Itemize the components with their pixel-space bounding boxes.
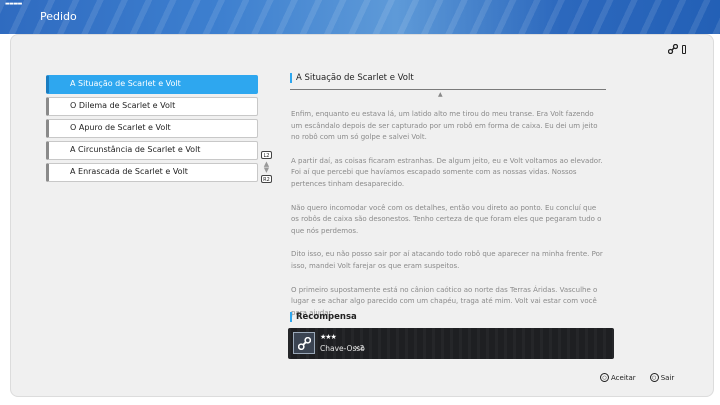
l2-button[interactable]: L2 [261, 151, 272, 159]
list-scroll-controls: L2 ▲ ▼ R2 [261, 151, 272, 183]
up-down-arrows-icon: ▲ ▼ [263, 160, 270, 174]
detail-divider [290, 89, 606, 90]
quest-label: A Situação de Scarlet e Volt [70, 79, 181, 88]
reward-quantity: ×2 [354, 344, 365, 352]
accept-button[interactable]: ○ Aceitar [600, 373, 636, 382]
page-title: Pedido [40, 10, 77, 23]
quest-item-3[interactable]: O Apuro de Scarlet e Volt [46, 119, 258, 138]
circle-button-icon: ○ [600, 373, 609, 382]
quest-label: O Apuro de Scarlet e Volt [70, 123, 171, 132]
exit-label: Sair [660, 373, 675, 382]
detail-title: A Situação de Scarlet e Volt [290, 73, 414, 83]
quest-list: A Situação de Scarlet e Volt O Dilema de… [46, 75, 258, 185]
quest-label: O Dilema de Scarlet e Volt [70, 101, 176, 110]
quest-label: A Circunstância de Scarlet e Volt [70, 145, 201, 154]
circle-button-icon: ○ [649, 373, 659, 382]
bone-key-icon [293, 332, 315, 354]
quest-item-5[interactable]: A Enrascada de Scarlet e Volt [46, 163, 258, 182]
header-bar: ▬▬▬▬ Pedido [0, 0, 720, 34]
description-paragraph: A partir daí, as coisas ficaram estranha… [291, 156, 603, 188]
bottom-controls: ○ Aceitar ○ Sair [600, 373, 674, 382]
top-right-icons [668, 44, 686, 54]
quest-item-4[interactable]: A Circunstância de Scarlet e Volt [46, 141, 258, 160]
key-icon [668, 44, 678, 54]
quest-item-2[interactable]: O Dilema de Scarlet e Volt [46, 97, 258, 116]
bar-icon [682, 44, 686, 54]
scroll-up-icon[interactable]: ▲ [438, 91, 443, 98]
reward-rarity-stars: ★★★ [320, 333, 337, 341]
menu-icon[interactable]: ▬▬▬▬ [5, 2, 22, 7]
description-paragraph: Enfim, enquanto eu estava lá, um latido … [291, 110, 598, 142]
exit-button[interactable]: ○ Sair [649, 373, 675, 382]
reward-item[interactable]: ★★★ Chave-Osso ×2 [288, 328, 614, 359]
quest-item-1[interactable]: A Situação de Scarlet e Volt [46, 75, 258, 94]
header-texture [0, 0, 720, 34]
quest-label: A Enrascada de Scarlet e Volt [70, 167, 188, 176]
description-paragraph: Não quero incomodar você com os detalhes… [291, 203, 602, 235]
quest-description: Enfim, enquanto eu estava lá, um latido … [291, 109, 605, 331]
accept-label: Aceitar [611, 373, 636, 382]
description-paragraph: Dito isso, eu não posso sair por aí atac… [291, 250, 603, 270]
r2-button[interactable]: R2 [261, 175, 272, 183]
reward-heading: Recompensa [290, 312, 357, 322]
